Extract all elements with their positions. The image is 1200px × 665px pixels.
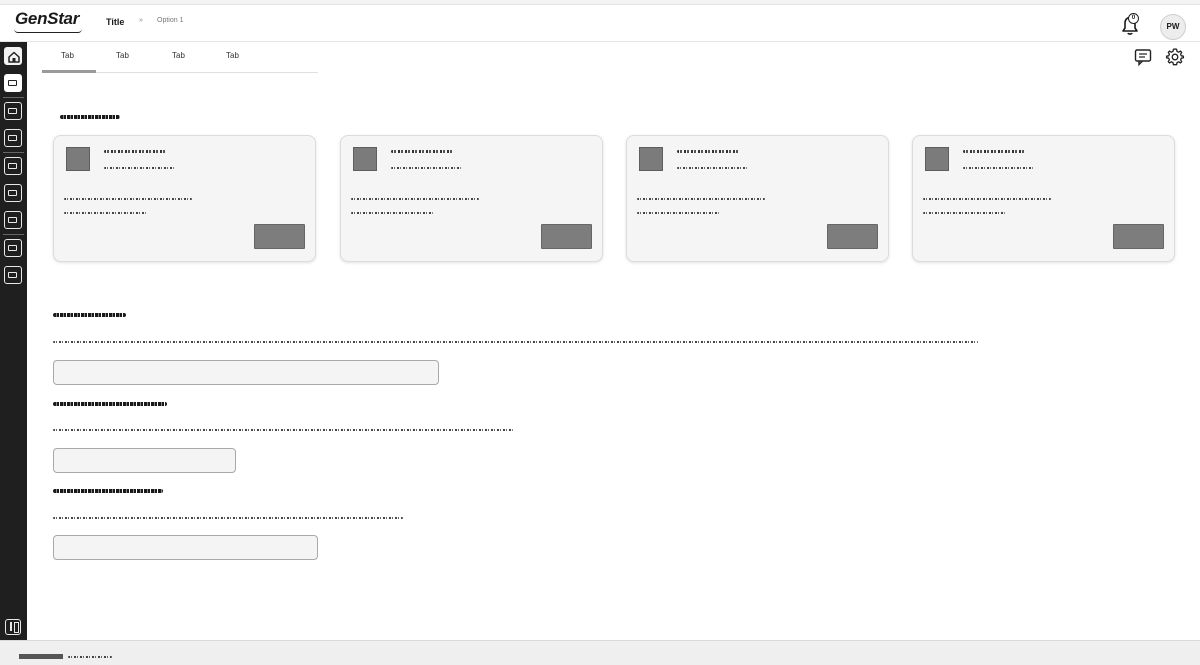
rail-item-7[interactable] (4, 239, 22, 257)
field-1-label (53, 313, 126, 317)
rail-item-2[interactable] (4, 102, 22, 120)
card-action-button[interactable] (1113, 224, 1164, 249)
rail-item-8[interactable] (4, 266, 22, 284)
card-body-line-2 (64, 212, 146, 214)
square-box-icon (8, 190, 17, 196)
rail-item-1[interactable] (4, 74, 22, 92)
card-body-line-1 (637, 198, 765, 200)
logo-swoosh (14, 29, 82, 33)
breadcrumb-option[interactable]: Option 1 (157, 17, 183, 24)
card-action-button[interactable] (254, 224, 305, 249)
field-2-label (53, 402, 167, 406)
square-box-icon (8, 108, 17, 114)
square-box-icon (8, 135, 17, 141)
card-3[interactable] (626, 135, 889, 262)
card-title (963, 150, 1025, 153)
card-thumbnail (925, 147, 949, 171)
tab-4[interactable]: Tab (226, 51, 239, 60)
card-body-line-2 (637, 212, 719, 214)
card-thumbnail (639, 147, 663, 171)
card-1[interactable] (53, 135, 316, 262)
tab-2[interactable]: Tab (116, 51, 129, 60)
card-action-button[interactable] (541, 224, 592, 249)
rail-item-6[interactable] (4, 211, 22, 229)
tab-bar: Tab Tab Tab Tab (42, 42, 318, 73)
sidebar-toggle-icon[interactable] (5, 619, 21, 635)
notification-count-badge: 0 (1128, 13, 1139, 24)
footer-text (68, 656, 112, 658)
gear-icon[interactable] (1165, 47, 1185, 67)
rail-divider (3, 97, 24, 98)
app-root: GenStar Title » Option 1 0 PW Tab Tab Ta… (0, 0, 1200, 665)
comment-icon[interactable] (1133, 47, 1153, 67)
rail-divider (3, 152, 24, 153)
field-3-description (53, 517, 403, 519)
page-title: Title (106, 17, 125, 27)
rail-divider (3, 234, 24, 235)
field-2-description (53, 429, 513, 431)
left-nav-rail (0, 42, 27, 640)
field-3-input[interactable] (53, 535, 318, 560)
tab-3[interactable]: Tab (172, 51, 185, 60)
card-subtitle (963, 167, 1033, 169)
genstar-logo[interactable]: GenStar (15, 9, 79, 29)
card-body-line-1 (351, 198, 479, 200)
card-body-line-2 (351, 212, 433, 214)
card-4[interactable] (912, 135, 1175, 262)
section-heading (60, 115, 120, 119)
rail-item-5[interactable] (4, 184, 22, 202)
square-box-icon (8, 272, 17, 278)
field-3-label (53, 489, 163, 493)
square-box-icon (8, 80, 17, 86)
square-box-icon (8, 245, 17, 251)
rail-item-4[interactable] (4, 157, 22, 175)
active-tab-indicator (42, 70, 96, 73)
square-box-icon (8, 217, 17, 223)
square-box-icon (8, 163, 17, 169)
card-title (391, 150, 453, 153)
field-2-input[interactable] (53, 448, 236, 473)
field-1-input[interactable] (53, 360, 439, 385)
card-title (104, 150, 166, 153)
card-subtitle (391, 167, 461, 169)
user-avatar[interactable]: PW (1160, 14, 1186, 40)
card-action-button[interactable] (827, 224, 878, 249)
status-footer (0, 640, 1200, 665)
card-body-line-2 (923, 212, 1005, 214)
breadcrumb-separator: » (139, 17, 143, 24)
card-2[interactable] (340, 135, 603, 262)
footer-progress-bar (19, 654, 63, 659)
card-thumbnail (353, 147, 377, 171)
home-icon (8, 51, 20, 63)
app-header: GenStar Title » Option 1 0 PW (0, 5, 1200, 42)
card-body-line-1 (923, 198, 1051, 200)
card-subtitle (104, 167, 174, 169)
rail-home-button[interactable] (4, 47, 22, 65)
card-title (677, 150, 739, 153)
card-subtitle (677, 167, 747, 169)
rail-item-3[interactable] (4, 129, 22, 147)
card-body-line-1 (64, 198, 192, 200)
field-1-description (53, 341, 978, 343)
tab-1[interactable]: Tab (61, 51, 74, 60)
card-thumbnail (66, 147, 90, 171)
